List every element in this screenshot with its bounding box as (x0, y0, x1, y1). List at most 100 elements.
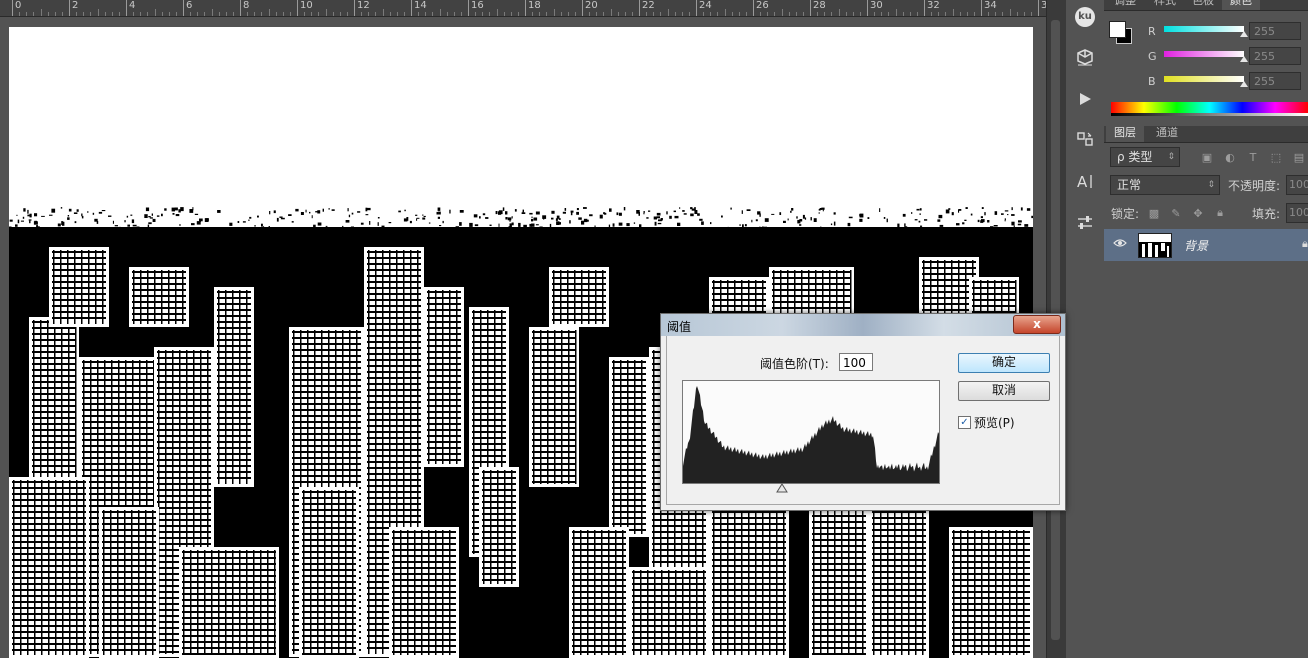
distant-building-speck (277, 244, 279, 246)
window-row (472, 347, 506, 349)
ku-icon[interactable]: ku (1074, 6, 1096, 28)
fill-field[interactable]: 100 (1286, 203, 1308, 223)
window-row (952, 627, 1030, 629)
distant-building-speck (979, 238, 983, 240)
character-icon[interactable]: A (1074, 170, 1096, 192)
red-slider-knob[interactable] (1240, 31, 1248, 37)
lock-position-icon[interactable]: ✥ (1191, 206, 1205, 220)
adjustment-filter-icon[interactable]: ◐ (1223, 150, 1237, 164)
tab-color[interactable]: 颜色 (1222, 0, 1260, 10)
distant-building-speck (892, 229, 894, 232)
play-icon[interactable] (1074, 88, 1096, 110)
tab-styles[interactable]: 样式 (1146, 0, 1184, 10)
distant-building-speck (351, 243, 354, 247)
channel-label-g: G (1148, 50, 1157, 63)
distant-building-speck (152, 218, 156, 222)
layer-filter-select[interactable]: ρ 类型 ⇕ (1110, 147, 1180, 167)
window-column (246, 550, 248, 655)
ruler-minor-tick (97, 9, 99, 16)
lock-transparent-icon[interactable]: ▩ (1147, 206, 1161, 220)
distant-building-speck (879, 208, 881, 212)
distant-building-speck (534, 243, 539, 245)
distant-building-speck (686, 245, 690, 247)
distant-building-speck (739, 241, 742, 245)
distant-building-speck (273, 210, 276, 214)
window-column (748, 510, 750, 655)
dialog-title-bar[interactable]: 阈值 x (661, 314, 1065, 336)
window-row (292, 379, 361, 381)
green-slider-track[interactable] (1164, 51, 1244, 57)
distant-building-speck (551, 217, 554, 220)
window-row (427, 447, 461, 449)
tab-swatches[interactable]: 色板 (1184, 0, 1222, 10)
opacity-field[interactable]: 100 (1286, 175, 1308, 195)
distant-building-speck (497, 233, 501, 236)
distant-building-speck (415, 242, 419, 246)
type-filter-icon[interactable]: T (1246, 150, 1260, 164)
blue-slider-track[interactable] (1164, 76, 1244, 82)
distant-building-speck (16, 237, 20, 240)
window-column (633, 570, 635, 655)
distant-building-speck (511, 229, 513, 232)
distant-building-speck (67, 235, 69, 239)
lock-brush-icon[interactable]: ✎ (1169, 206, 1183, 220)
window-row (392, 597, 456, 599)
blue-slider-knob[interactable] (1240, 81, 1248, 87)
blue-value-field[interactable]: 255 (1249, 72, 1301, 90)
ruler-tick-label: 18 (528, 0, 541, 11)
threshold-level-input[interactable]: 100 (839, 353, 873, 371)
preview-checkbox[interactable]: ✓ (958, 416, 971, 429)
ruler-tick: 32 (924, 0, 940, 16)
window-row (612, 493, 646, 495)
cancel-button[interactable]: 取消 (958, 381, 1050, 401)
smart-object-filter-icon[interactable]: ▤ (1292, 150, 1306, 164)
properties-icon[interactable] (1074, 212, 1096, 234)
color-spectrum-bar[interactable] (1111, 102, 1308, 116)
lock-all-icon[interactable]: 🔒︎ (1213, 206, 1227, 220)
window-column (225, 290, 227, 484)
ruler-tick: 8 (240, 0, 249, 16)
tab-layers[interactable]: 图层 (1106, 126, 1144, 142)
window-column (675, 570, 677, 655)
distant-building-speck (502, 207, 505, 211)
red-value-field[interactable]: 255 (1249, 22, 1301, 40)
layer-name[interactable]: 背景 (1184, 237, 1208, 254)
window-row (217, 423, 251, 425)
window-row (952, 531, 1030, 533)
distant-building-speck (551, 210, 555, 214)
ok-button[interactable]: 确定 (958, 353, 1050, 373)
swap-icon[interactable] (1074, 128, 1096, 150)
distant-building-speck (981, 207, 984, 209)
layer-row-background[interactable]: 背景 🔒︎ (1104, 229, 1308, 261)
distant-building-speck (439, 225, 442, 227)
shape-filter-icon[interactable]: ⬚ (1269, 150, 1283, 164)
distant-building-speck (185, 235, 188, 240)
ruler-minor-tick (140, 12, 142, 16)
3d-cube-icon[interactable] (1074, 46, 1096, 68)
distant-building-speck (1011, 221, 1015, 226)
distant-building-speck (575, 244, 580, 249)
distant-building-speck (867, 217, 870, 219)
distant-building-speck (428, 222, 431, 224)
distant-building-speck (691, 208, 695, 211)
green-value-field[interactable]: 255 (1249, 47, 1301, 65)
tab-channels[interactable]: 通道 (1148, 126, 1186, 142)
distant-building-speck (583, 207, 587, 209)
ruler-minor-tick (631, 12, 633, 16)
eye-icon[interactable] (1113, 237, 1127, 251)
distant-building-speck (317, 222, 322, 226)
close-button[interactable]: x (1013, 315, 1061, 334)
window-column (428, 290, 430, 464)
preview-label[interactable]: 预览(P) (974, 414, 1015, 431)
tab-adjustments[interactable]: 调整 (1106, 0, 1144, 10)
distant-building-speck (648, 236, 653, 241)
histogram[interactable] (682, 380, 940, 484)
red-slider-track[interactable] (1164, 26, 1244, 32)
green-slider-knob[interactable] (1240, 56, 1248, 62)
distant-building-speck (911, 212, 913, 214)
pixel-filter-icon[interactable]: ▣ (1200, 150, 1214, 164)
window-row (482, 489, 516, 491)
threshold-slider-handle[interactable] (776, 482, 789, 493)
distant-building-speck (991, 240, 993, 243)
blend-mode-select[interactable]: 正常 ⇕ (1110, 175, 1220, 195)
